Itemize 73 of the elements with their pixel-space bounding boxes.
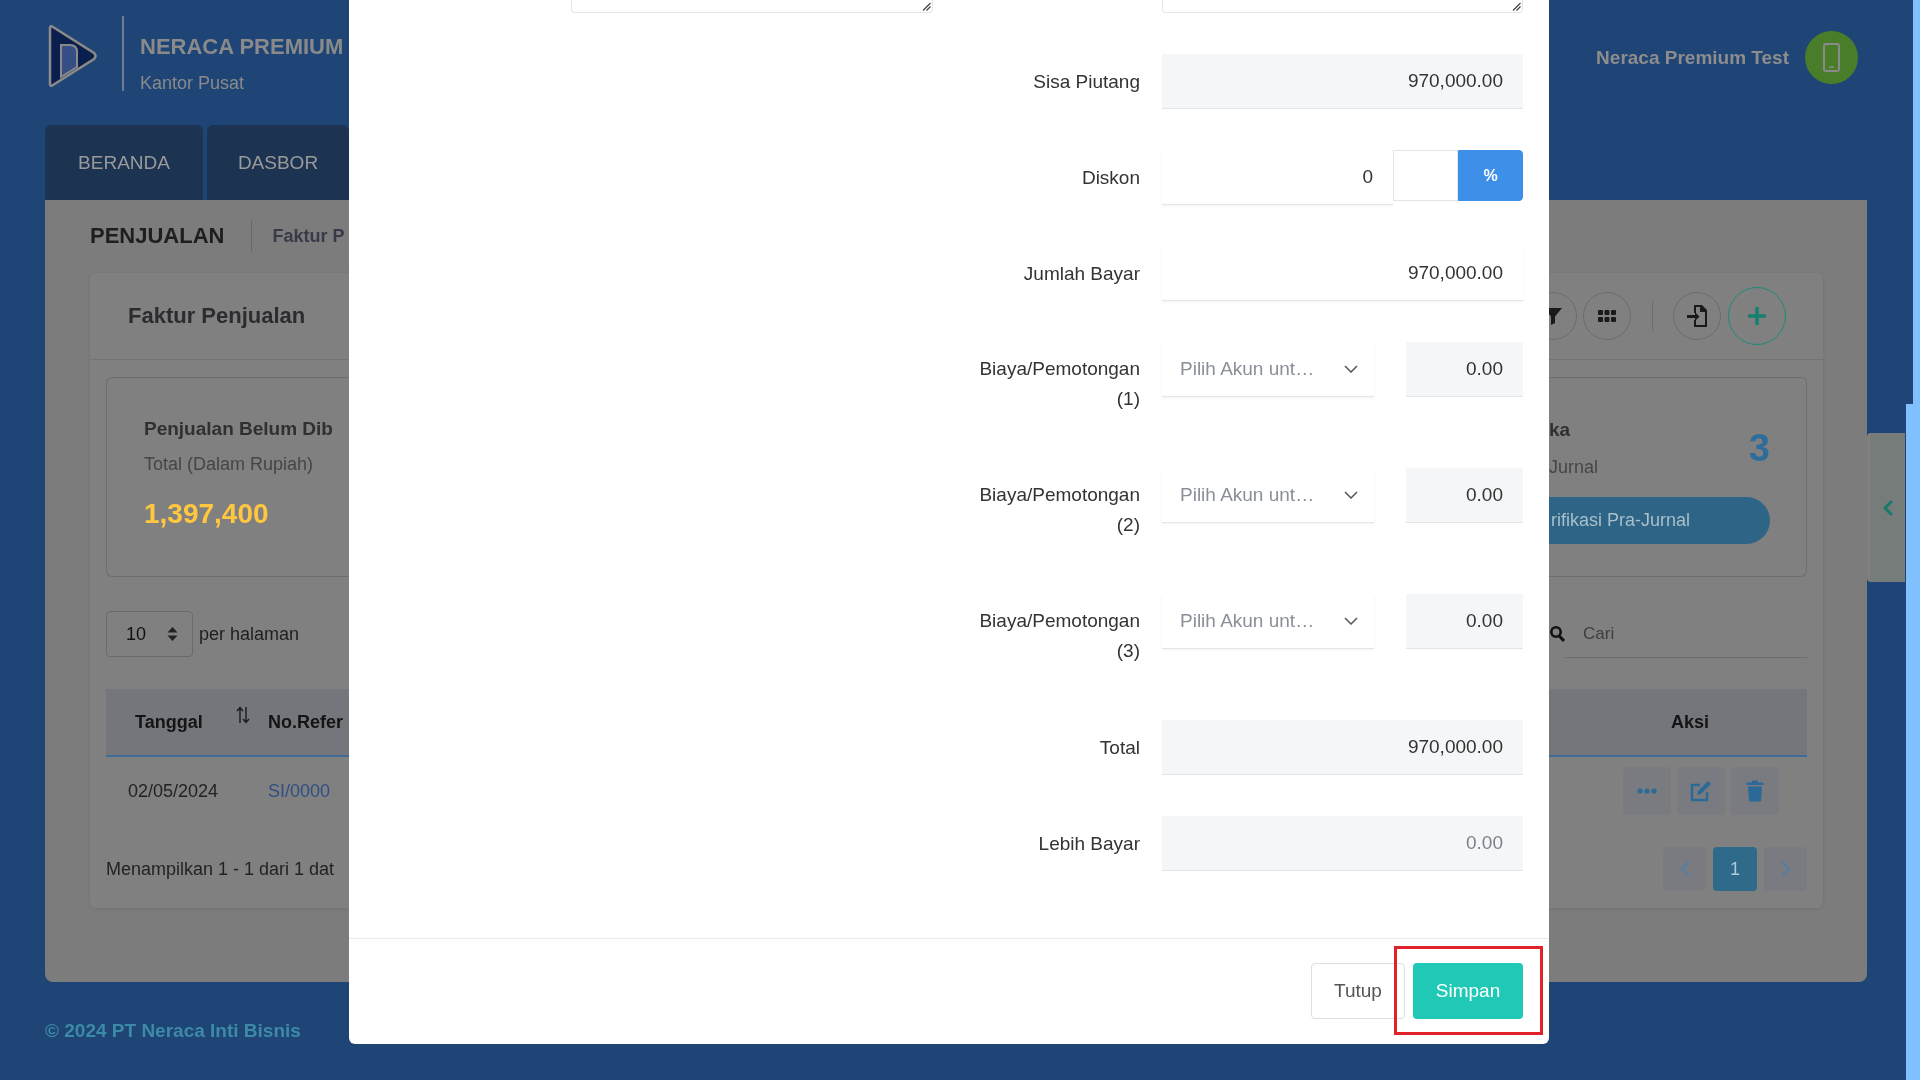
chevron-right-icon bbox=[1780, 861, 1791, 877]
column-header: Tanggal bbox=[135, 711, 203, 733]
field-label: Jumlah Bayar bbox=[1022, 261, 1140, 286]
account-select[interactable]: Pilih Akun unt… bbox=[1162, 594, 1374, 649]
account-select[interactable]: Pilih Akun unt… bbox=[1162, 342, 1374, 397]
textarea-field[interactable] bbox=[1162, 0, 1523, 13]
amount-field[interactable]: 970,000.00 bbox=[1162, 54, 1523, 109]
nav-tab[interactable]: BERANDA bbox=[45, 125, 203, 200]
amount-field[interactable]: 970,000.00 bbox=[1162, 720, 1523, 775]
copyright-text: © 2024 PT Neraca Inti Bisnis bbox=[45, 1019, 301, 1043]
resize-handle-icon bbox=[1512, 2, 1521, 11]
table-cell-text: 02/05/2024 bbox=[127, 780, 220, 802]
summary-subtitle: Total (Dalam Rupiah) bbox=[144, 453, 315, 476]
field-label: Biaya/Pemotongan (2) bbox=[978, 483, 1140, 537]
search-field[interactable]: Cari bbox=[1565, 610, 1807, 658]
breadcrumb-item: PENJUALAN bbox=[90, 222, 225, 250]
close-button[interactable]: Tutup bbox=[1311, 963, 1405, 1019]
phone-avatar-icon[interactable] bbox=[1805, 31, 1858, 84]
unit-toggle[interactable] bbox=[1393, 150, 1458, 201]
plus-icon bbox=[1747, 306, 1767, 326]
summary-subtitle: Jurnal bbox=[1549, 456, 1600, 479]
side-panel-tab[interactable] bbox=[1867, 433, 1905, 582]
edit-button[interactable] bbox=[1677, 767, 1725, 815]
textarea-field[interactable] bbox=[571, 0, 933, 13]
user-name: Neraca Premium Test bbox=[1596, 46, 1789, 69]
field-label: Total bbox=[1098, 735, 1140, 760]
resize-handle-icon bbox=[922, 2, 931, 11]
field-label: Sisa Piutang bbox=[1032, 69, 1140, 94]
amount-field[interactable]: 970,000.00 bbox=[1162, 246, 1523, 301]
nav-tab[interactable]: DASBOR bbox=[207, 125, 349, 200]
unit-toggle[interactable]: % bbox=[1458, 150, 1523, 201]
more-dots-icon bbox=[1637, 788, 1657, 794]
discount-field[interactable]: 0 bbox=[1162, 150, 1393, 205]
brand-name: NERACA PREMIUM bbox=[140, 33, 344, 61]
results-summary: Menampilkan 1 - 1 dari 1 dat bbox=[106, 858, 336, 880]
grid-icon bbox=[1598, 310, 1616, 322]
more-button[interactable] bbox=[1623, 767, 1671, 815]
next-page-button[interactable] bbox=[1764, 847, 1807, 891]
per-page-select[interactable]: 10 bbox=[106, 611, 193, 657]
field-label: Diskon bbox=[1080, 165, 1140, 190]
chevron-down-icon bbox=[1344, 491, 1358, 499]
chevron-down-icon bbox=[1344, 617, 1358, 625]
search-icon bbox=[1550, 626, 1565, 642]
per-page-label: per halaman bbox=[199, 623, 300, 645]
amount-field[interactable]: 0.00 bbox=[1162, 816, 1523, 871]
chevron-left-icon bbox=[1679, 861, 1690, 877]
field-label: Biaya/Pemotongan (3) bbox=[978, 609, 1140, 663]
trash-icon bbox=[1746, 780, 1764, 802]
breadcrumb-item[interactable]: Faktur P bbox=[272, 222, 345, 250]
chevron-down-icon bbox=[1344, 365, 1358, 373]
summary-title: Penjualan Belum Dib bbox=[144, 417, 334, 441]
page-button[interactable]: 1 bbox=[1713, 847, 1757, 891]
file-arrow-icon bbox=[1686, 304, 1708, 328]
column-header: No.Refer bbox=[268, 711, 343, 732]
card-title: Faktur Penjualan bbox=[128, 303, 306, 329]
charge-amount-field[interactable]: 0.00 bbox=[1406, 342, 1523, 397]
previous-page-button[interactable] bbox=[1663, 847, 1706, 891]
logo-icon bbox=[46, 23, 98, 89]
summary-count: 3 bbox=[1748, 427, 1770, 470]
summary-amount: 1,397,400 bbox=[144, 497, 270, 531]
account-select[interactable]: Pilih Akun unt… bbox=[1162, 468, 1374, 523]
summary-title: ka bbox=[1549, 418, 1572, 442]
branch-name: Kantor Pusat bbox=[140, 72, 246, 95]
edit-icon bbox=[1690, 780, 1712, 802]
charge-amount-field[interactable]: 0.00 bbox=[1406, 468, 1523, 523]
field-label: Lebih Bayar bbox=[1037, 831, 1140, 856]
delete-button[interactable] bbox=[1731, 767, 1779, 815]
updown-caret-icon bbox=[167, 626, 178, 642]
verify-button[interactable]: rifikasi Pra-Jurnal bbox=[1549, 497, 1770, 544]
column-header: Aksi bbox=[1671, 711, 1709, 732]
field-label: Biaya/Pemotongan (1) bbox=[978, 357, 1140, 411]
charge-amount-field[interactable]: 0.00 bbox=[1406, 594, 1523, 649]
chevron-left-icon bbox=[1882, 499, 1893, 516]
